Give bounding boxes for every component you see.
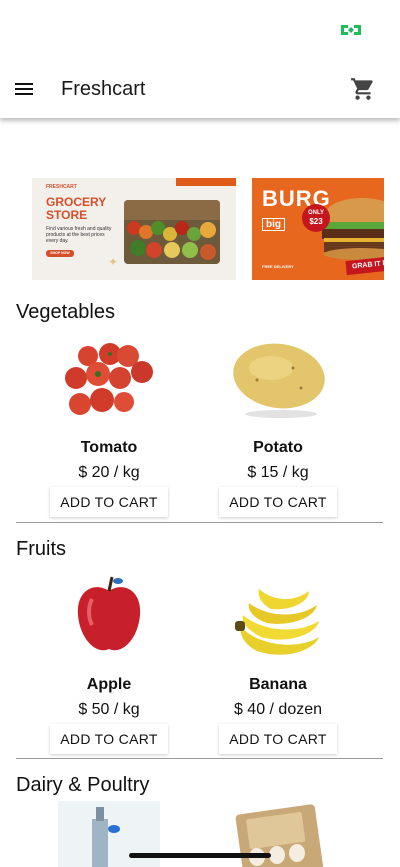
apple-image: [58, 565, 160, 667]
burger-promo-banner[interactable]: BURG ONLY $23 big FREE DELIVERY GRAB IT …: [252, 178, 384, 280]
grocery-store-banner[interactable]: FRESHCART GROCERY STORE Find various fre…: [32, 178, 236, 280]
product-price: $ 15 / kg: [247, 464, 309, 481]
section-title-fruits: Fruits: [16, 538, 66, 560]
burger-brand-logo: big: [262, 218, 285, 231]
product-card-potato[interactable]: Potato $ 15 / kg ADD TO CART: [193, 328, 363, 517]
product-price: $ 20 / kg: [78, 464, 140, 481]
product-price: $ 40 / dozen: [233, 701, 323, 718]
banner-brand: FRESHCART: [46, 184, 77, 190]
add-to-cart-button[interactable]: ADD TO CART: [50, 487, 168, 517]
home-indicator[interactable]: [129, 853, 271, 858]
sparkle-icon: ✦: [108, 255, 119, 269]
network-indicator-icon: [341, 25, 361, 35]
shop-now-button[interactable]: SHOP NOW: [46, 250, 74, 257]
promo-banner-carousel[interactable]: FRESHCART GROCERY STORE Find various fre…: [32, 178, 384, 280]
product-name: Potato: [253, 439, 303, 456]
banner-subtitle: Find various fresh and quality products …: [46, 226, 112, 244]
add-to-cart-button[interactable]: ADD TO CART: [219, 487, 337, 517]
free-delivery-label: FREE DELIVERY: [262, 264, 294, 269]
product-card-tomato[interactable]: Tomato $ 20 / kg ADD TO CART: [24, 328, 194, 517]
product-name: Tomato: [80, 439, 138, 456]
status-bar: [0, 0, 400, 60]
potato-image: [227, 328, 329, 430]
section-title-dairy-poultry: Dairy & Poultry: [16, 774, 150, 796]
app-bar: Freshcart: [0, 60, 400, 118]
banana-image: [227, 565, 329, 667]
price-badge-value: $23: [309, 217, 323, 226]
produce-stall-image: [124, 200, 220, 264]
product-card-banana[interactable]: Banana $ 40 / dozen ADD TO CART: [193, 565, 363, 754]
price-badge: ONLY $23: [302, 204, 330, 232]
hamburger-menu-icon[interactable]: [12, 77, 36, 101]
section-title-vegetables: Vegetables: [16, 301, 115, 323]
banner-accent-bar: [176, 178, 236, 186]
product-name: Banana: [249, 676, 307, 693]
add-to-cart-button[interactable]: ADD TO CART: [219, 724, 337, 754]
add-to-cart-button[interactable]: ADD TO CART: [50, 724, 168, 754]
product-name: Apple: [86, 676, 132, 693]
price-badge-label: ONLY: [307, 210, 325, 216]
shopping-cart-icon[interactable]: [350, 76, 376, 102]
section-divider: [16, 522, 383, 523]
banner-title-line2: STORE: [46, 208, 88, 222]
product-price: $ 50 / kg: [78, 701, 140, 718]
product-card-apple[interactable]: Apple $ 50 / kg ADD TO CART: [24, 565, 194, 754]
tomato-image: [58, 328, 160, 430]
section-divider: [16, 758, 383, 759]
banner-title: GROCERY STORE: [46, 196, 106, 222]
app-title: Freshcart: [61, 78, 146, 100]
